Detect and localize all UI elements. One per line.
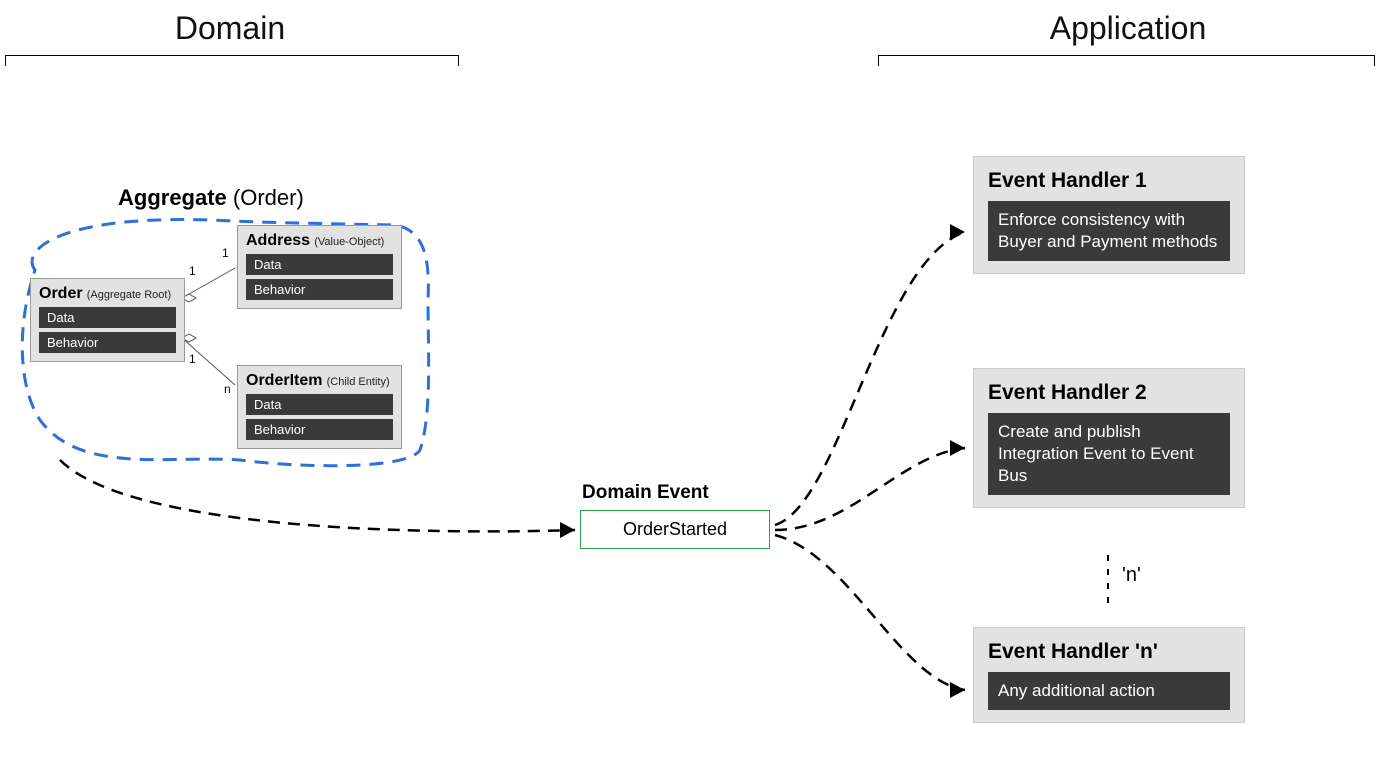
entity-address-title: Address (Value-Object) <box>246 232 393 250</box>
entity-order-behavior: Behavior <box>39 332 176 353</box>
card-order-item-n: n <box>224 382 231 396</box>
aggregate-label-bold: Aggregate <box>118 185 227 210</box>
entity-orderitem-title: OrderItem (Child Entity) <box>246 372 393 390</box>
event-handler-n: Event Handler 'n' Any additional action <box>973 627 1245 723</box>
section-domain-title: Domain <box>0 10 460 47</box>
entity-order: Order (Aggregate Root) Data Behavior <box>30 278 185 362</box>
entity-orderitem-data: Data <box>246 394 393 415</box>
aggregate-label-paren: (Order) <box>233 185 304 210</box>
entity-order-title: Order (Aggregate Root) <box>39 285 176 303</box>
aggregate-label: Aggregate (Order) <box>118 185 304 211</box>
event-handler-n-title: Event Handler 'n' <box>988 640 1230 664</box>
entity-address-behavior: Behavior <box>246 279 393 300</box>
card-order-addr-b: 1 <box>222 246 229 260</box>
entity-address-data: Data <box>246 254 393 275</box>
event-handler-n-desc: Any additional action <box>988 672 1230 710</box>
entity-address: Address (Value-Object) Data Behavior <box>237 225 402 309</box>
event-handler-1-desc: Enforce consistency with Buyer and Payme… <box>988 201 1230 261</box>
entity-orderitem: OrderItem (Child Entity) Data Behavior <box>237 365 402 449</box>
event-handler-1-title: Event Handler 1 <box>988 169 1230 193</box>
domain-event-label: Domain Event <box>582 482 709 504</box>
domain-event-box: OrderStarted <box>580 510 770 549</box>
domain-bracket <box>5 55 459 66</box>
event-handler-1: Event Handler 1 Enforce consistency with… <box>973 156 1245 274</box>
event-handler-2-desc: Create and publish Integration Event to … <box>988 413 1230 495</box>
arrowhead-to-domain-event <box>560 522 575 538</box>
application-bracket <box>878 55 1375 66</box>
entity-orderitem-behavior: Behavior <box>246 419 393 440</box>
section-application-title: Application <box>878 10 1378 47</box>
entity-order-data: Data <box>39 307 176 328</box>
n-label: 'n' <box>1122 564 1141 587</box>
event-handler-2: Event Handler 2 Create and publish Integ… <box>973 368 1245 508</box>
event-handler-2-title: Event Handler 2 <box>988 381 1230 405</box>
card-order-item-a: 1 <box>189 352 196 366</box>
card-order-addr-a: 1 <box>189 264 196 278</box>
